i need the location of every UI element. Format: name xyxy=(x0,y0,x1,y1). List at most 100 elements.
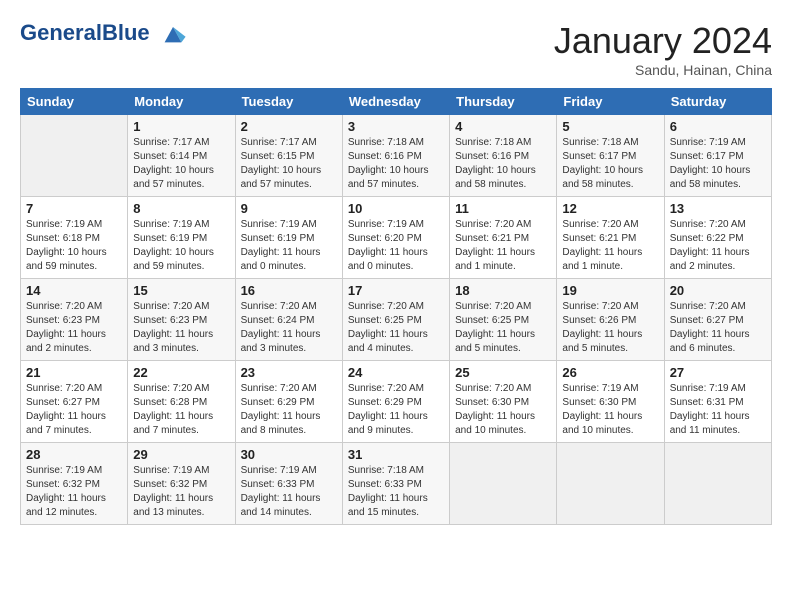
calendar-body: 1Sunrise: 7:17 AM Sunset: 6:14 PM Daylig… xyxy=(21,115,772,525)
day-cell xyxy=(21,115,128,197)
day-number: 2 xyxy=(241,119,337,134)
day-number: 9 xyxy=(241,201,337,216)
day-number: 17 xyxy=(348,283,444,298)
day-info: Sunrise: 7:19 AM Sunset: 6:32 PM Dayligh… xyxy=(133,464,229,520)
title-section: January 2024 Sandu, Hainan, China xyxy=(554,20,772,78)
day-number: 16 xyxy=(241,283,337,298)
day-number: 8 xyxy=(133,201,229,216)
day-number: 25 xyxy=(455,365,551,380)
day-info: Sunrise: 7:18 AM Sunset: 6:16 PM Dayligh… xyxy=(348,136,444,192)
day-cell: 4 Sunrise: 7:18 AM Sunset: 6:16 PM Daylig… xyxy=(450,115,557,197)
day-info: Sunrise: 7:20 AM Sunset: 6:30 PM Dayligh… xyxy=(455,382,551,438)
day-cell xyxy=(450,443,557,525)
day-info: Sunrise: 7:19 AM Sunset: 6:18 PM Dayligh… xyxy=(26,218,122,274)
day-number: 23 xyxy=(241,365,337,380)
day-info: Sunrise: 7:19 AM Sunset: 6:31 PM Dayligh… xyxy=(670,382,766,438)
day-info: Sunrise: 7:20 AM Sunset: 6:25 PM Dayligh… xyxy=(348,300,444,356)
day-cell: 25 Sunrise: 7:20 AM Sunset: 6:30 PM Dayli… xyxy=(450,361,557,443)
day-number: 29 xyxy=(133,447,229,462)
day-number: 14 xyxy=(26,283,122,298)
day-number: 24 xyxy=(348,365,444,380)
day-cell: 27Sunrise: 7:19 AM Sunset: 6:31 PM Dayli… xyxy=(664,361,771,443)
day-cell: 2 Sunrise: 7:17 AM Sunset: 6:15 PM Daylig… xyxy=(235,115,342,197)
day-cell: 19Sunrise: 7:20 AM Sunset: 6:26 PM Dayli… xyxy=(557,279,664,361)
logo-icon xyxy=(159,20,187,48)
day-cell: 30 Sunrise: 7:19 AM Sunset: 6:33 PM Dayli… xyxy=(235,443,342,525)
header-cell-saturday: Saturday xyxy=(664,89,771,115)
header-cell-tuesday: Tuesday xyxy=(235,89,342,115)
week-row-2: 7 Sunrise: 7:19 AM Sunset: 6:18 PM Daylig… xyxy=(21,197,772,279)
week-row-3: 14 Sunrise: 7:20 AM Sunset: 6:23 PM Dayli… xyxy=(21,279,772,361)
day-number: 4 xyxy=(455,119,551,134)
header-row: SundayMondayTuesdayWednesdayThursdayFrid… xyxy=(21,89,772,115)
day-info: Sunrise: 7:19 AM Sunset: 6:33 PM Dayligh… xyxy=(241,464,337,520)
header-cell-sunday: Sunday xyxy=(21,89,128,115)
day-cell: 21 Sunrise: 7:20 AM Sunset: 6:27 PM Dayli… xyxy=(21,361,128,443)
day-info: Sunrise: 7:18 AM Sunset: 6:17 PM Dayligh… xyxy=(562,136,658,192)
day-cell: 24 Sunrise: 7:20 AM Sunset: 6:29 PM Dayli… xyxy=(342,361,449,443)
day-info: Sunrise: 7:20 AM Sunset: 6:22 PM Dayligh… xyxy=(670,218,766,274)
day-cell: 1Sunrise: 7:17 AM Sunset: 6:14 PM Daylig… xyxy=(128,115,235,197)
header-cell-thursday: Thursday xyxy=(450,89,557,115)
calendar-header: SundayMondayTuesdayWednesdayThursdayFrid… xyxy=(21,89,772,115)
day-info: Sunrise: 7:20 AM Sunset: 6:29 PM Dayligh… xyxy=(241,382,337,438)
day-info: Sunrise: 7:20 AM Sunset: 6:25 PM Dayligh… xyxy=(455,300,551,356)
day-number: 10 xyxy=(348,201,444,216)
logo-text: GeneralBlue xyxy=(20,20,187,48)
day-info: Sunrise: 7:20 AM Sunset: 6:21 PM Dayligh… xyxy=(562,218,658,274)
day-cell: 9Sunrise: 7:19 AM Sunset: 6:19 PM Daylig… xyxy=(235,197,342,279)
day-number: 7 xyxy=(26,201,122,216)
day-cell: 7 Sunrise: 7:19 AM Sunset: 6:18 PM Daylig… xyxy=(21,197,128,279)
logo: GeneralBlue xyxy=(20,20,187,48)
day-info: Sunrise: 7:19 AM Sunset: 6:20 PM Dayligh… xyxy=(348,218,444,274)
day-number: 26 xyxy=(562,365,658,380)
day-cell: 26 Sunrise: 7:19 AM Sunset: 6:30 PM Dayli… xyxy=(557,361,664,443)
header-cell-monday: Monday xyxy=(128,89,235,115)
day-info: Sunrise: 7:19 AM Sunset: 6:19 PM Dayligh… xyxy=(133,218,229,274)
day-cell: 8 Sunrise: 7:19 AM Sunset: 6:19 PM Daylig… xyxy=(128,197,235,279)
day-number: 18 xyxy=(455,283,551,298)
day-cell: 11Sunrise: 7:20 AM Sunset: 6:21 PM Dayli… xyxy=(450,197,557,279)
day-info: Sunrise: 7:20 AM Sunset: 6:23 PM Dayligh… xyxy=(26,300,122,356)
month-title: January 2024 xyxy=(554,20,772,62)
day-number: 5 xyxy=(562,119,658,134)
day-cell: 16 Sunrise: 7:20 AM Sunset: 6:24 PM Dayli… xyxy=(235,279,342,361)
day-info: Sunrise: 7:17 AM Sunset: 6:15 PM Dayligh… xyxy=(241,136,337,192)
day-info: Sunrise: 7:19 AM Sunset: 6:30 PM Dayligh… xyxy=(562,382,658,438)
day-info: Sunrise: 7:20 AM Sunset: 6:28 PM Dayligh… xyxy=(133,382,229,438)
day-info: Sunrise: 7:20 AM Sunset: 6:27 PM Dayligh… xyxy=(26,382,122,438)
day-info: Sunrise: 7:20 AM Sunset: 6:27 PM Dayligh… xyxy=(670,300,766,356)
day-number: 21 xyxy=(26,365,122,380)
day-number: 3 xyxy=(348,119,444,134)
day-cell: 10 Sunrise: 7:19 AM Sunset: 6:20 PM Dayli… xyxy=(342,197,449,279)
day-number: 30 xyxy=(241,447,337,462)
day-info: Sunrise: 7:19 AM Sunset: 6:32 PM Dayligh… xyxy=(26,464,122,520)
day-cell: 15Sunrise: 7:20 AM Sunset: 6:23 PM Dayli… xyxy=(128,279,235,361)
day-cell: 31 Sunrise: 7:18 AM Sunset: 6:33 PM Dayli… xyxy=(342,443,449,525)
day-cell: 29 Sunrise: 7:19 AM Sunset: 6:32 PM Dayli… xyxy=(128,443,235,525)
day-info: Sunrise: 7:20 AM Sunset: 6:24 PM Dayligh… xyxy=(241,300,337,356)
day-info: Sunrise: 7:18 AM Sunset: 6:33 PM Dayligh… xyxy=(348,464,444,520)
day-number: 22 xyxy=(133,365,229,380)
page-header: GeneralBlue January 2024 Sandu, Hainan, … xyxy=(20,20,772,78)
day-cell: 28 Sunrise: 7:19 AM Sunset: 6:32 PM Dayli… xyxy=(21,443,128,525)
day-number: 28 xyxy=(26,447,122,462)
day-number: 12 xyxy=(562,201,658,216)
day-cell: 13Sunrise: 7:20 AM Sunset: 6:22 PM Dayli… xyxy=(664,197,771,279)
day-cell: 23 Sunrise: 7:20 AM Sunset: 6:29 PM Dayli… xyxy=(235,361,342,443)
day-cell: 18 Sunrise: 7:20 AM Sunset: 6:25 PM Dayli… xyxy=(450,279,557,361)
day-cell: 3 Sunrise: 7:18 AM Sunset: 6:16 PM Daylig… xyxy=(342,115,449,197)
day-info: Sunrise: 7:20 AM Sunset: 6:21 PM Dayligh… xyxy=(455,218,551,274)
day-cell: 5 Sunrise: 7:18 AM Sunset: 6:17 PM Daylig… xyxy=(557,115,664,197)
day-info: Sunrise: 7:20 AM Sunset: 6:26 PM Dayligh… xyxy=(562,300,658,356)
day-cell: 12 Sunrise: 7:20 AM Sunset: 6:21 PM Dayli… xyxy=(557,197,664,279)
day-cell: 22 Sunrise: 7:20 AM Sunset: 6:28 PM Dayli… xyxy=(128,361,235,443)
calendar-table: SundayMondayTuesdayWednesdayThursdayFrid… xyxy=(20,88,772,525)
header-cell-friday: Friday xyxy=(557,89,664,115)
day-info: Sunrise: 7:20 AM Sunset: 6:29 PM Dayligh… xyxy=(348,382,444,438)
day-info: Sunrise: 7:17 AM Sunset: 6:14 PM Dayligh… xyxy=(133,136,229,192)
day-cell: 20Sunrise: 7:20 AM Sunset: 6:27 PM Dayli… xyxy=(664,279,771,361)
day-cell: 17 Sunrise: 7:20 AM Sunset: 6:25 PM Dayli… xyxy=(342,279,449,361)
day-number: 31 xyxy=(348,447,444,462)
day-info: Sunrise: 7:18 AM Sunset: 6:16 PM Dayligh… xyxy=(455,136,551,192)
